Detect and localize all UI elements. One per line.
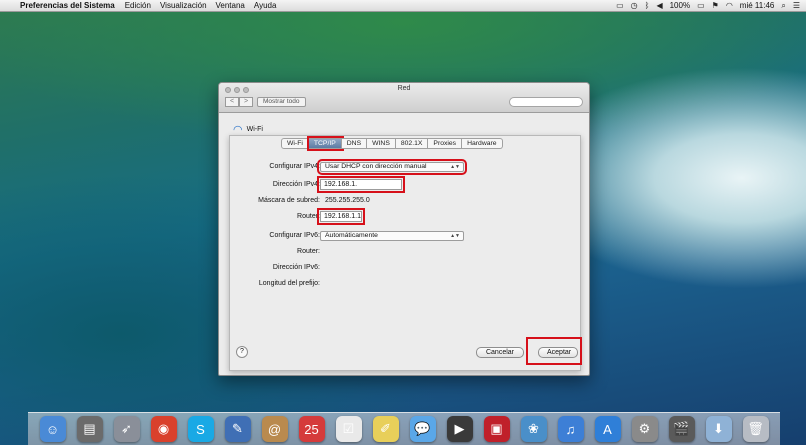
finder-icon[interactable]: ☺ bbox=[39, 416, 66, 442]
menu-edicion[interactable]: Edición bbox=[125, 1, 151, 10]
advanced-sheet: Wi-Fi TCP/IP DNS WINS 802.1X Proxies Har… bbox=[229, 135, 582, 371]
configure-ipv6-label: Configurar IPv6: bbox=[269, 232, 320, 239]
bluetooth-icon[interactable]: ᛒ bbox=[645, 1, 650, 10]
cancel-button[interactable]: Cancelar bbox=[476, 347, 524, 358]
photo-booth-icon[interactable]: ▣ bbox=[483, 416, 510, 442]
dock: ☺ ▤ ➶ ◉ S ✎ @25 ☑ ✐ 💬 ▶ ▣ ❀ ♫ A ⚙ 🎬 ⬇ 🗑 bbox=[28, 412, 780, 445]
ipv6-address-label: Dirección IPv6: bbox=[272, 264, 320, 271]
app-store-icon[interactable]: A bbox=[594, 416, 621, 442]
preview-icon[interactable]: ✎ bbox=[224, 416, 251, 442]
menu-visualizacion[interactable]: Visualización bbox=[160, 1, 207, 10]
facetime-icon[interactable]: ▶ bbox=[446, 416, 473, 442]
battery-icon: ▭ bbox=[697, 1, 705, 10]
subnet-mask-label: Máscara de subred: bbox=[258, 197, 320, 204]
notes-icon[interactable]: ✐ bbox=[372, 416, 399, 442]
wifi-icon[interactable]: ◠ bbox=[726, 1, 733, 10]
prefix-length-label: Longitud del prefijo: bbox=[258, 280, 320, 287]
window-title: Red bbox=[397, 85, 411, 92]
volume-icon[interactable]: ◀ bbox=[656, 1, 662, 10]
launchpad-icon[interactable]: ▤ bbox=[76, 416, 103, 442]
show-all-button[interactable]: Mostrar todo bbox=[257, 97, 306, 107]
router-input[interactable]: 192.168.1.1 bbox=[317, 208, 365, 225]
rocket-icon[interactable]: ➶ bbox=[113, 416, 140, 442]
skype-icon[interactable]: S bbox=[187, 416, 214, 442]
tab-hardware[interactable]: Hardware bbox=[462, 138, 503, 149]
trash-icon[interactable]: 🗑 bbox=[742, 416, 769, 442]
itunes-icon[interactable]: ♫ bbox=[557, 416, 584, 442]
popup-arrows-icon: ▲▼ bbox=[450, 164, 460, 170]
ipv4-address-input[interactable]: 192.168.1. bbox=[317, 176, 405, 193]
screen-mirroring-icon[interactable]: ▭ bbox=[616, 1, 624, 10]
forward-button[interactable]: > bbox=[239, 97, 253, 107]
tab-dns[interactable]: DNS bbox=[341, 138, 368, 149]
accept-button[interactable]: Aceptar bbox=[538, 347, 578, 358]
wifi-service-label: Wi-Fi bbox=[246, 126, 263, 133]
configure-ipv4-popup[interactable]: Usar DHCP con dirección manual ▲▼ bbox=[317, 159, 467, 175]
menubar-clock[interactable]: mié 11:46 bbox=[740, 1, 775, 10]
configure-ipv6-value: Automáticamente bbox=[325, 232, 378, 239]
popup-arrows-icon: ▲▼ bbox=[450, 233, 460, 239]
time-machine-icon[interactable]: ◷ bbox=[631, 1, 638, 10]
movie-icon[interactable]: 🎬 bbox=[668, 416, 695, 442]
menu-ventana[interactable]: Ventana bbox=[216, 1, 245, 10]
calendar-icon[interactable]: 25 bbox=[298, 416, 325, 442]
ipv4-address-label: Dirección IPv4: bbox=[272, 181, 320, 188]
tab-wifi[interactable]: Wi-Fi bbox=[281, 138, 309, 149]
iphoto-icon[interactable]: ❀ bbox=[520, 416, 547, 442]
search-field[interactable] bbox=[509, 97, 583, 107]
configure-ipv6-popup[interactable]: Automáticamente ▲▼ bbox=[320, 231, 464, 241]
tab-tcpip[interactable]: TCP/IP bbox=[306, 136, 344, 151]
system-preferences-icon[interactable]: ⚙ bbox=[631, 416, 658, 442]
configure-ipv4-label: Configurar IPv4: bbox=[269, 163, 320, 170]
tab-proxies[interactable]: Proxies bbox=[428, 138, 463, 149]
battery-percent[interactable]: 100% bbox=[670, 1, 690, 10]
menu-bar: Preferencias del Sistema Edición Visuali… bbox=[0, 0, 806, 12]
menu-ayuda[interactable]: Ayuda bbox=[254, 1, 277, 10]
tab-wins[interactable]: WINS bbox=[367, 138, 396, 149]
reminders-icon[interactable]: ☑ bbox=[335, 416, 362, 442]
nav-buttons: < > bbox=[225, 97, 253, 107]
list-icon[interactable]: ☰ bbox=[793, 1, 800, 10]
back-button[interactable]: < bbox=[225, 97, 239, 107]
tab-8021x[interactable]: 802.1X bbox=[395, 138, 429, 149]
contacts-icon[interactable]: @ bbox=[261, 416, 288, 442]
help-button[interactable]: ? bbox=[236, 346, 248, 358]
search-icon[interactable]: ⌕ bbox=[781, 1, 785, 11]
ipv6-router-label: Router: bbox=[297, 248, 320, 255]
router-label: Router: bbox=[297, 213, 320, 220]
downloads-folder-icon[interactable]: ⬇ bbox=[705, 416, 732, 442]
chrome-icon[interactable]: ◉ bbox=[150, 416, 177, 442]
messages-icon[interactable]: 💬 bbox=[409, 416, 436, 442]
tab-bar: Wi-Fi TCP/IP DNS WINS 802.1X Proxies Har… bbox=[281, 136, 503, 151]
flag-icon[interactable]: ⚑ bbox=[712, 1, 719, 10]
configure-ipv4-value: Usar DHCP con dirección manual bbox=[325, 163, 427, 170]
network-preferences-window: Red < > Mostrar todo ◠ Wi-Fi Wi-Fi TCP/I… bbox=[218, 82, 590, 376]
menu-app-name[interactable]: Preferencias del Sistema bbox=[20, 1, 115, 10]
subnet-mask-value: 255.255.255.0 bbox=[325, 197, 370, 204]
window-titlebar: Red < > Mostrar todo bbox=[219, 83, 589, 113]
